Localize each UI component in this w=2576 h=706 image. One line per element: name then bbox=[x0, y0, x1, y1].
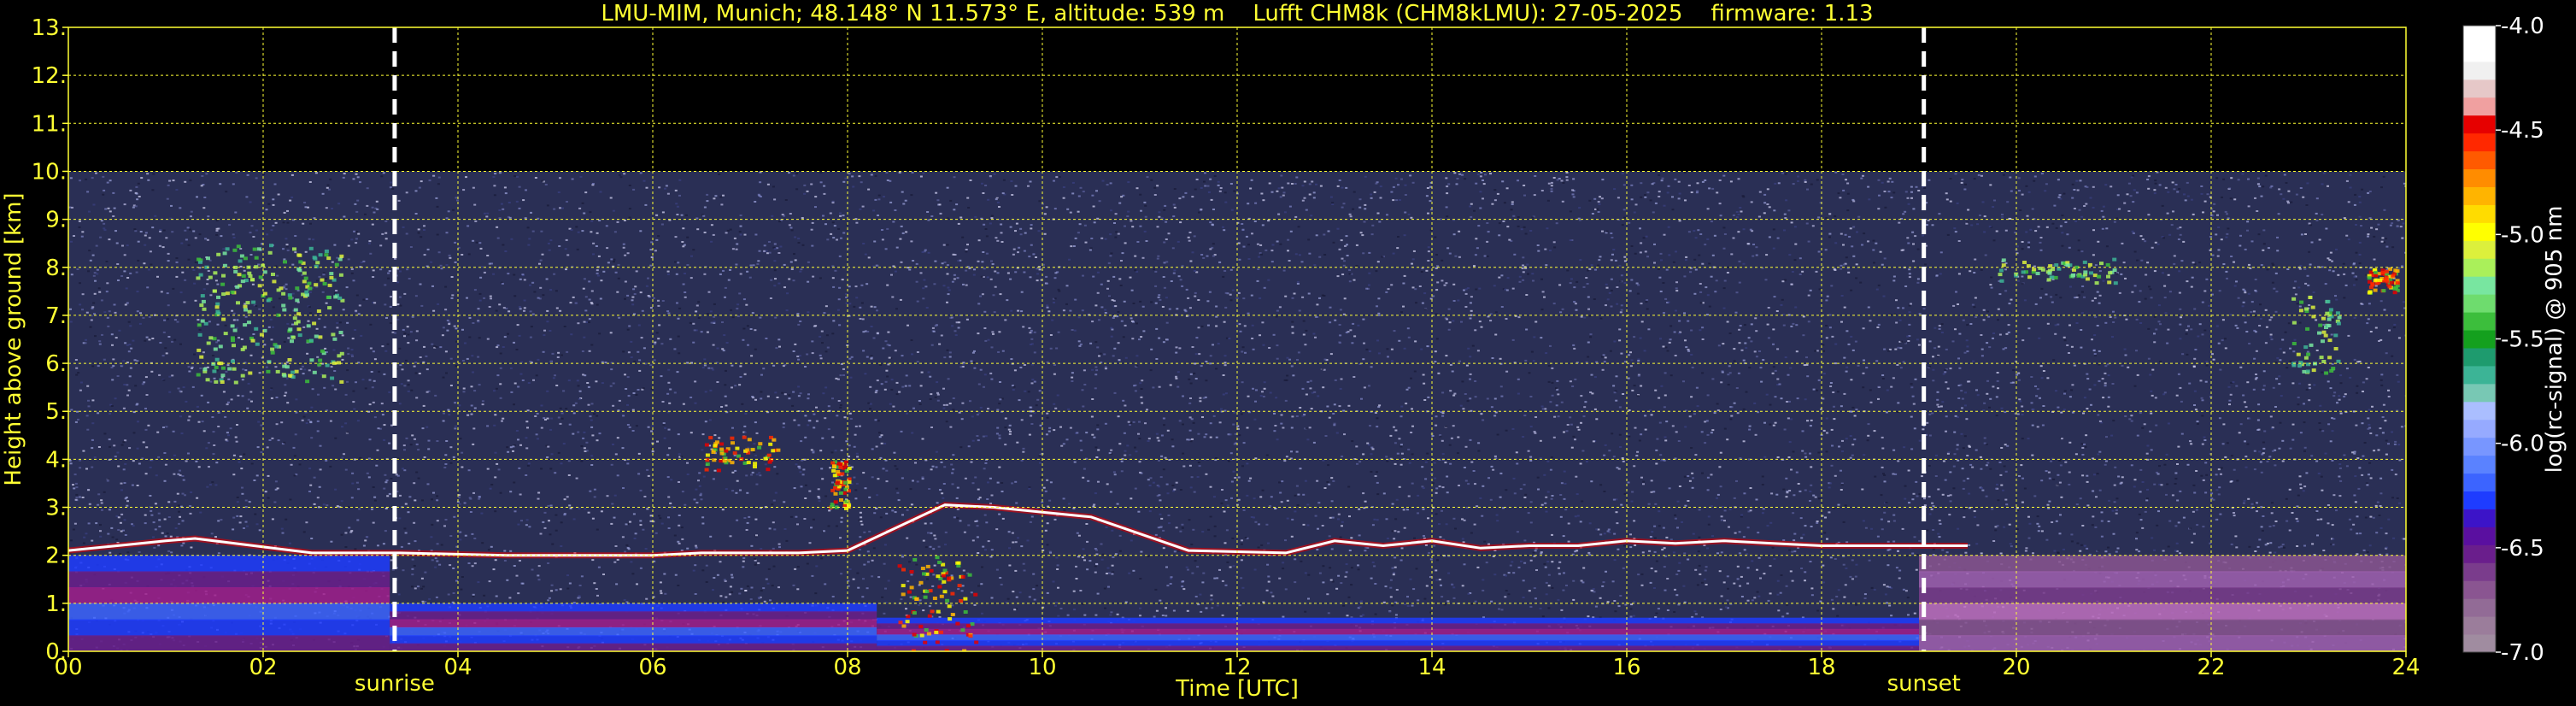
y-tick-label: 12. bbox=[32, 63, 67, 89]
colorbar-cell bbox=[2463, 473, 2496, 492]
colorbar-cell bbox=[2463, 97, 2496, 116]
colorbar-cell bbox=[2463, 419, 2496, 438]
x-tick-label: 22 bbox=[2197, 655, 2225, 680]
colorbar-cell bbox=[2463, 562, 2496, 581]
colorbar-tick-label: -7.0 bbox=[2501, 640, 2544, 666]
y-tick-label: 4. bbox=[45, 447, 67, 473]
x-tick-label: 10 bbox=[1028, 655, 1056, 680]
x-tick-label: 20 bbox=[2002, 655, 2030, 680]
boundary-layer-2 bbox=[877, 617, 1919, 651]
y-tick-label: 8. bbox=[45, 256, 67, 281]
boundary-layer-0 bbox=[68, 555, 390, 651]
colorbar-cell bbox=[2463, 43, 2496, 62]
backscatter-heatmap bbox=[68, 171, 2406, 651]
y-tick-label: 1. bbox=[45, 591, 67, 617]
x-tick-label: 16 bbox=[1612, 655, 1640, 680]
y-axis-label: Height above ground [km] bbox=[1, 192, 26, 485]
y-tick-label: 6. bbox=[45, 351, 67, 377]
colorbar-cell bbox=[2463, 509, 2496, 527]
colorbar-cell bbox=[2463, 276, 2496, 295]
colorbar-cell bbox=[2463, 634, 2496, 653]
x-tick-label: 06 bbox=[638, 655, 666, 680]
x-tick-label: 04 bbox=[443, 655, 472, 680]
colorbar-cell bbox=[2463, 544, 2496, 563]
colorbar-cell bbox=[2463, 132, 2496, 152]
colorbar-tick-label: -6.0 bbox=[2501, 432, 2544, 457]
colorbar-cell bbox=[2463, 79, 2496, 98]
chart-title: LMU-MIM, Munich; 48.148° N 11.573° E, al… bbox=[601, 1, 1873, 26]
colorbar-cell bbox=[2463, 330, 2496, 349]
colorbar-cell bbox=[2463, 491, 2496, 509]
colorbar-label: log(rc-signal) @ 905 nm bbox=[2542, 206, 2567, 474]
y-tick-label: 7. bbox=[45, 303, 67, 329]
x-axis-label: Time [UTC] bbox=[1175, 676, 1299, 702]
colorbar-cell bbox=[2463, 26, 2496, 44]
colorbar-cell bbox=[2463, 168, 2496, 187]
colorbar-cells bbox=[2463, 26, 2496, 653]
y-tick-label: 0. bbox=[45, 639, 67, 665]
colorbar-tick-label: -4.5 bbox=[2501, 118, 2544, 144]
colorbar-cell bbox=[2463, 186, 2496, 205]
colorbar-cell bbox=[2463, 204, 2496, 223]
boundary-layer-1 bbox=[390, 603, 877, 651]
x-tick-label: 08 bbox=[833, 655, 861, 680]
colorbar-cell bbox=[2463, 115, 2496, 134]
y-tick-label: 3. bbox=[45, 496, 67, 521]
y-tick-label: 5. bbox=[45, 399, 67, 425]
y-tick-label: 13. bbox=[32, 15, 67, 41]
colorbar-tick-label: -5.5 bbox=[2501, 327, 2544, 353]
y-tick-label: 2. bbox=[45, 544, 67, 569]
x-tick-label: 14 bbox=[1417, 655, 1446, 680]
colorbar-cell bbox=[2463, 240, 2496, 259]
colorbar-cell bbox=[2463, 222, 2496, 241]
sunrise-label: sunrise bbox=[355, 671, 435, 697]
colorbar-cell bbox=[2463, 527, 2496, 545]
colorbar-cell bbox=[2463, 347, 2496, 367]
colorbar-cell bbox=[2463, 383, 2496, 403]
colorbar-cell bbox=[2463, 580, 2496, 599]
y-tick-label: 10. bbox=[32, 159, 67, 185]
colorbar-tick-label: -6.5 bbox=[2501, 536, 2544, 562]
colorbar-cell bbox=[2463, 258, 2496, 277]
colorbar-cell bbox=[2463, 455, 2496, 474]
x-tick-label: 24 bbox=[2391, 655, 2420, 680]
colorbar-cell bbox=[2463, 437, 2496, 456]
boundary-layer-3 bbox=[1919, 555, 2406, 651]
ceilometer-chart: LMU-MIM, Munich; 48.148° N 11.573° E, al… bbox=[0, 0, 2576, 706]
colorbar-cell bbox=[2463, 312, 2496, 331]
y-tick-label: 11. bbox=[32, 111, 67, 137]
colorbar-cell bbox=[2463, 150, 2496, 170]
colorbar-cell bbox=[2463, 616, 2496, 635]
sunset-label: sunset bbox=[1887, 671, 1961, 697]
colorbar-cell bbox=[2463, 401, 2496, 421]
y-tick-label: 9. bbox=[45, 208, 67, 233]
colorbar-tick-label: -4.0 bbox=[2501, 14, 2544, 39]
colorbar-cell bbox=[2463, 598, 2496, 617]
colorbar-tick-label: -5.0 bbox=[2501, 222, 2544, 248]
colorbar-cell bbox=[2463, 61, 2496, 80]
x-tick-label: 02 bbox=[249, 655, 277, 680]
x-tick-label: 18 bbox=[1807, 655, 1835, 680]
colorbar-cell bbox=[2463, 365, 2496, 385]
colorbar-cell bbox=[2463, 294, 2496, 313]
